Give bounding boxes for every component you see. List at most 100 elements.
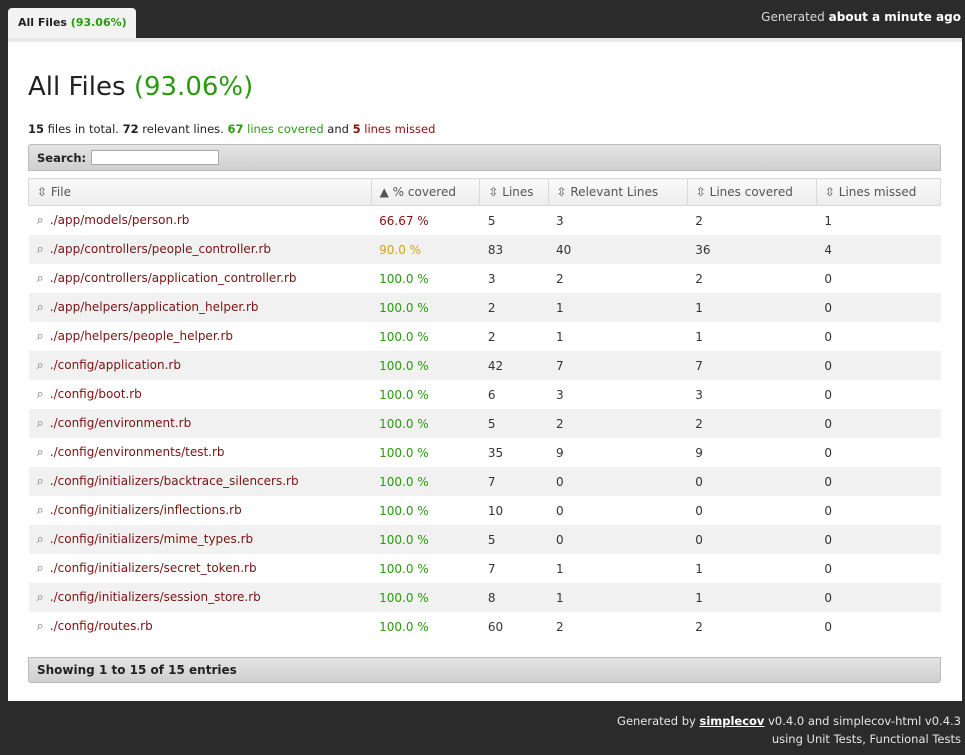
magnifier-icon[interactable]: ⌕	[37, 503, 44, 518]
table-row: ⌕ ./config/environments/test.rb 100.0 % 35 9…	[29, 438, 941, 467]
cell-lines: 5	[479, 409, 549, 438]
cell-lines-covered: 1	[687, 583, 817, 612]
search-label: Search:	[37, 151, 87, 165]
magnifier-icon[interactable]: ⌕	[37, 242, 44, 257]
magnifier-icon[interactable]: ⌕	[37, 532, 44, 547]
magnifier-icon[interactable]: ⌕	[37, 416, 44, 431]
cell-lines-missed: 0	[824, 387, 833, 402]
cell-lines: 5	[479, 525, 549, 554]
cell-file: ⌕ ./config/environment.rb	[28, 409, 372, 438]
cell-lines-covered: 1	[695, 329, 703, 344]
cell-lines-missed: 0	[816, 409, 941, 438]
cell-relevant-lines: 2	[556, 619, 564, 634]
cell-percent-covered: 100.0 %	[371, 409, 480, 438]
cell-lines-missed: 0	[824, 503, 833, 518]
summary-files-text: files in total.	[47, 122, 119, 136]
summary-relevant-count: 72	[122, 122, 139, 136]
file-link[interactable]: ./config/initializers/session_store.rb	[50, 590, 261, 604]
table-row: ⌕ ./app/helpers/people_helper.rb 100.0 % 2 1…	[29, 322, 941, 351]
cell-file: ⌕ ./config/initializers/backtrace_silence…	[28, 467, 372, 496]
summary-missed-count: 5	[352, 122, 361, 136]
file-link[interactable]: ./app/helpers/people_helper.rb	[50, 329, 233, 343]
cell-lines-missed: 0	[824, 561, 833, 576]
table-row: ⌕ ./config/initializers/backtrace_silence…	[28, 467, 941, 496]
page-title-percent: (93.06%)	[133, 72, 254, 102]
table-row: ⌕ ./config/environment.rb 100.0 % 5 2 2 0	[28, 409, 941, 438]
table-row: ⌕ ./config/initializers/inflections.rb 100…	[29, 496, 941, 525]
cell-lines-covered: 7	[687, 351, 817, 380]
table-header-row: ⇳ File ▲ % covered ⇳ Lines ⇳ Relevant Li…	[28, 178, 942, 206]
table-row: ⌕ ./config/initializers/mime_types.rb 100.…	[28, 525, 941, 554]
cell-file: ⌕ ./app/controllers/people_controller.rb	[28, 235, 372, 264]
column-header-lines[interactable]: ⇳ Lines	[479, 178, 549, 206]
cell-lines-missed: 0	[824, 329, 833, 344]
file-link[interactable]: ./config/boot.rb	[50, 387, 142, 401]
magnifier-icon[interactable]: ⌕	[37, 387, 44, 402]
cell-lines: 2	[487, 329, 496, 344]
file-link[interactable]: ./config/initializers/mime_types.rb	[50, 532, 253, 546]
cell-lines: 7	[479, 467, 549, 496]
file-link[interactable]: ./config/routes.rb	[50, 619, 153, 633]
cell-percent-covered: 100.0 %	[379, 329, 429, 344]
cell-lines-missed: 0	[816, 525, 941, 554]
cell-lines-covered: 9	[695, 445, 703, 460]
tab-all-files[interactable]: All Files (93.06%)	[8, 8, 136, 38]
summary-files-count: 15	[28, 122, 45, 136]
cell-file: ⌕ ./config/initializers/session_store.rb	[28, 583, 372, 612]
column-header-lines-missed[interactable]: ⇳ Lines missed	[815, 178, 942, 206]
summary-and: and	[327, 122, 349, 136]
cell-file: ⌕ ./app/helpers/application_helper.rb	[28, 293, 372, 322]
column-header-lines-covered[interactable]: ⇳ Lines covered	[686, 178, 817, 206]
cell-lines: 5	[487, 213, 496, 228]
summary-covered-text: lines covered	[247, 122, 324, 136]
magnifier-icon[interactable]: ⌕	[37, 271, 44, 286]
cell-lines-covered: 2	[695, 619, 703, 634]
cell-percent-covered: 100.0 %	[371, 351, 480, 380]
column-header-file[interactable]: ⇳ File	[28, 178, 372, 206]
page-footer: Generated by simplecov v0.4.0 and simple…	[617, 712, 961, 748]
cell-lines: 7	[487, 561, 496, 576]
magnifier-icon[interactable]: ⌕	[37, 300, 44, 315]
footer-line-1: Generated by simplecov v0.4.0 and simple…	[617, 712, 961, 730]
cell-file: ⌕ ./config/environments/test.rb	[29, 438, 372, 467]
content-panel: All Files (93.06%) 15 files in total. 72…	[8, 38, 962, 701]
file-link[interactable]: ./app/models/person.rb	[50, 213, 190, 227]
magnifier-icon[interactable]: ⌕	[37, 590, 44, 605]
magnifier-icon[interactable]: ⌕	[37, 561, 44, 576]
file-link[interactable]: ./config/environment.rb	[50, 416, 191, 430]
file-link[interactable]: ./config/initializers/inflections.rb	[50, 503, 242, 517]
file-link[interactable]: ./config/application.rb	[50, 358, 181, 372]
cell-lines-covered: 0	[695, 503, 703, 518]
file-link[interactable]: ./config/initializers/backtrace_silencer…	[50, 474, 299, 488]
magnifier-icon[interactable]: ⌕	[37, 619, 44, 634]
cell-percent-covered: 100.0 %	[379, 503, 429, 518]
cell-lines-covered: 1	[695, 561, 703, 576]
cell-percent-covered: 66.67 %	[379, 213, 429, 228]
cell-relevant-lines: 3	[556, 213, 564, 228]
table-info: Showing 1 to 15 of 15 entries	[28, 657, 941, 683]
cell-lines: 10	[487, 503, 504, 518]
magnifier-icon[interactable]: ⌕	[37, 445, 44, 460]
magnifier-icon[interactable]: ⌕	[37, 474, 44, 489]
cell-lines: 60	[487, 619, 504, 634]
column-header-percent-covered[interactable]: ▲ % covered	[370, 178, 481, 206]
magnifier-icon[interactable]: ⌕	[37, 329, 44, 344]
cell-percent-covered: 100.0 %	[371, 293, 480, 322]
search-input[interactable]	[91, 150, 219, 165]
cell-relevant-lines: 0	[548, 525, 688, 554]
simplecov-link[interactable]: simplecov	[699, 714, 764, 728]
cell-file: ⌕ ./config/initializers/mime_types.rb	[28, 525, 372, 554]
top-bar: All Files (93.06%) Generated about a min…	[0, 0, 965, 38]
cell-relevant-lines: 1	[556, 561, 564, 576]
cell-lines-covered: 0	[687, 525, 817, 554]
magnifier-icon[interactable]: ⌕	[37, 213, 44, 228]
column-header-relevant-lines[interactable]: ⇳ Relevant Lines	[547, 178, 688, 206]
file-link[interactable]: ./app/controllers/people_controller.rb	[50, 242, 271, 256]
cell-relevant-lines: 7	[548, 351, 688, 380]
file-link[interactable]: ./config/initializers/secret_token.rb	[50, 561, 257, 575]
file-link[interactable]: ./app/helpers/application_helper.rb	[50, 300, 259, 314]
cell-relevant-lines: 2	[556, 271, 564, 286]
file-link[interactable]: ./config/environments/test.rb	[50, 445, 225, 459]
magnifier-icon[interactable]: ⌕	[37, 358, 44, 373]
file-link[interactable]: ./app/controllers/application_controller…	[50, 271, 297, 285]
